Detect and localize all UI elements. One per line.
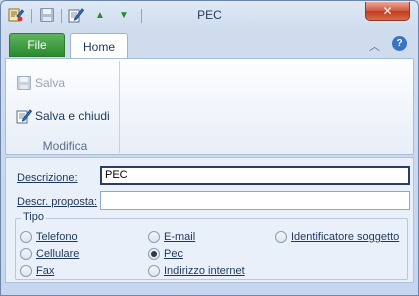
radio-indirizzo-internet[interactable]: Indirizzo internet [148, 265, 245, 277]
radio-button-selected [148, 248, 160, 260]
window: ▲ ▼ PEC ✕ File Home ︿ ? Salva Salva e ch… [0, 0, 419, 296]
save-label: Salva [35, 76, 66, 90]
descrizione-label: Descrizione: [17, 172, 78, 184]
descr-proposta-label: Descr. proposta: [17, 196, 98, 208]
radio-label: Identificatore soggetto [291, 231, 400, 243]
radio-button [148, 265, 160, 277]
tipo-label: Tipo [21, 211, 46, 223]
radio-label: Indirizzo internet [164, 265, 245, 277]
help-icon[interactable]: ? [392, 36, 407, 51]
radio-email[interactable]: E-mail [148, 231, 195, 243]
descr-proposta-input[interactable] [100, 191, 410, 210]
radio-cellulare[interactable]: Cellulare [20, 248, 79, 260]
save-and-close-button[interactable]: Salva e chiudi [16, 106, 110, 126]
close-button[interactable]: ✕ [365, 2, 410, 21]
ribbon-group-label: Modifica [42, 139, 88, 153]
radio-button [148, 231, 160, 243]
tab-file[interactable]: File [9, 33, 65, 57]
radio-fax[interactable]: Fax [20, 265, 54, 277]
title-bar: ▲ ▼ PEC ✕ [1, 1, 418, 31]
radio-identificatore-soggetto[interactable]: Identificatore soggetto [275, 231, 399, 243]
radio-label: Telefono [36, 231, 78, 243]
radio-label: E-mail [164, 231, 196, 243]
save-icon [16, 75, 32, 91]
save-and-close-icon [16, 108, 32, 124]
radio-label: Cellulare [36, 248, 80, 260]
radio-telefono[interactable]: Telefono [20, 231, 78, 243]
radio-button [20, 265, 32, 277]
ribbon-group-modifica: Salva Salva e chiudi Modifica [10, 61, 120, 153]
close-icon: ✕ [382, 4, 393, 18]
radio-pec[interactable]: Pec [148, 248, 183, 260]
form-panel: Descrizione: PEC Descr. proposta: Tipo T… [5, 157, 414, 283]
radio-button [20, 248, 32, 260]
window-title: PEC [197, 8, 222, 22]
collapse-ribbon-icon[interactable]: ︿ [369, 38, 380, 54]
radio-label: Pec [164, 248, 183, 260]
tab-home[interactable]: Home [70, 33, 128, 59]
radio-button [20, 231, 32, 243]
radio-button [275, 231, 287, 243]
descrizione-input[interactable]: PEC [100, 166, 410, 185]
ribbon-panel: Salva Salva e chiudi Modifica [5, 58, 414, 155]
save-and-close-label: Salva e chiudi [35, 109, 110, 123]
radio-label: Fax [36, 265, 55, 277]
save-button[interactable]: Salva [16, 73, 65, 93]
